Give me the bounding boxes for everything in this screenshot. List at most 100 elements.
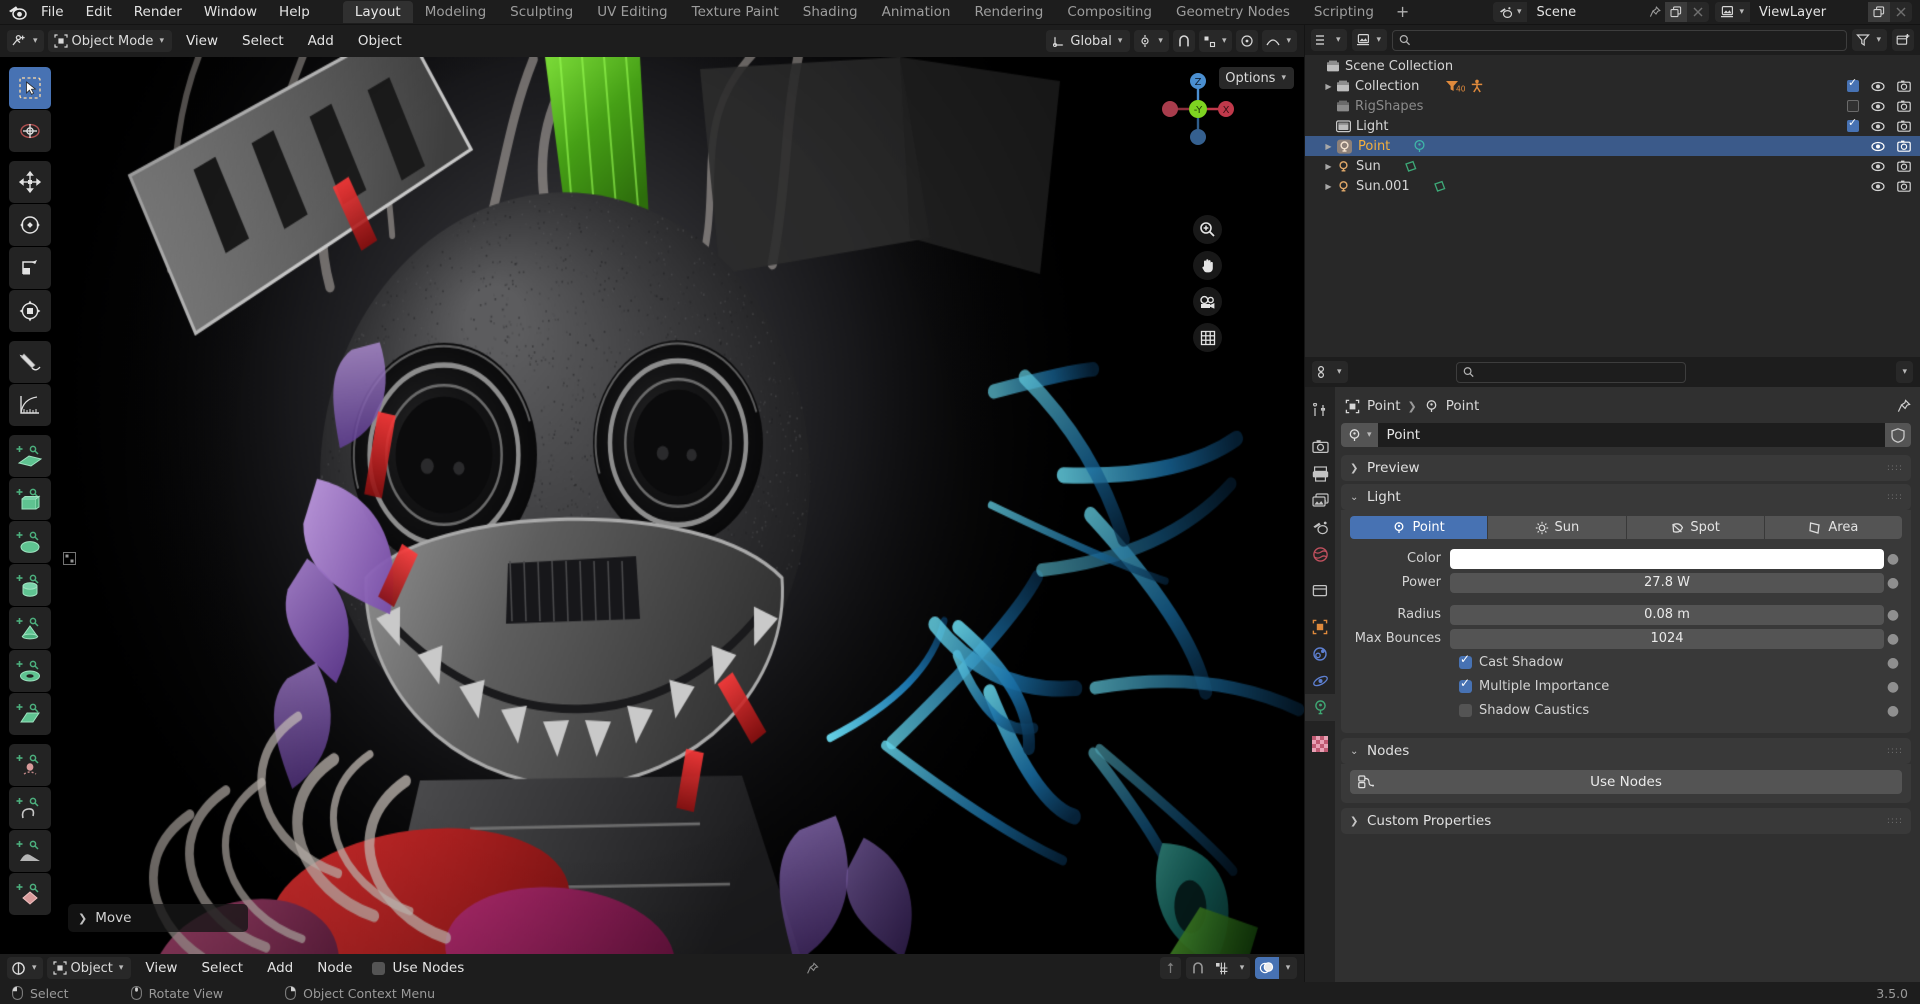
animate-property-icon[interactable]: ●	[1884, 704, 1902, 718]
add-terrain-tool-icon[interactable]	[9, 830, 51, 872]
expand-arrow[interactable]: ▶	[1321, 82, 1336, 91]
node-editor-type-selector[interactable]: ▾	[7, 957, 43, 979]
properties-options-dropdown[interactable]: ▾	[1896, 361, 1913, 383]
light-color-swatch[interactable]	[1450, 548, 1884, 569]
light-max-bounces-value[interactable]: 1024	[1450, 628, 1884, 649]
disable-in-renders-icon[interactable]	[1897, 180, 1911, 192]
light-type-sun-button[interactable]: Sun	[1488, 516, 1626, 539]
panel-nodes[interactable]: ⌄ Nodes ::::	[1341, 738, 1911, 764]
collection-exclude-checkbox[interactable]	[1847, 116, 1859, 132]
tab-compositing[interactable]: Compositing	[1055, 1, 1164, 23]
transform-orientation-selector[interactable]: Global ▾	[1046, 30, 1131, 52]
add-torus-tool-icon[interactable]	[9, 650, 51, 692]
view-layer-icon[interactable]: ▾	[1715, 2, 1750, 22]
properties-tab-modifiers[interactable]	[1305, 640, 1335, 667]
new-view-layer-button[interactable]	[1868, 2, 1890, 22]
properties-tab-world[interactable]	[1305, 541, 1335, 568]
properties-search-field[interactable]	[1455, 361, 1686, 383]
new-scene-button[interactable]	[1665, 2, 1688, 22]
blender-logo-icon[interactable]	[4, 1, 30, 23]
animate-property-icon[interactable]: ●	[1884, 656, 1902, 670]
pan-view-icon[interactable]	[1193, 251, 1222, 280]
add-sphere-tool-icon[interactable]	[9, 521, 51, 563]
disable-in-renders-icon[interactable]	[1897, 160, 1911, 172]
animate-property-icon[interactable]: ●	[1884, 576, 1902, 590]
node-overlays-toggle-icon[interactable]	[1254, 957, 1279, 979]
navigation-gizmo[interactable]: Z X -Y	[1154, 65, 1242, 153]
outliner-new-collection-button[interactable]	[1892, 29, 1914, 51]
outliner-search-input[interactable]	[1415, 32, 1841, 48]
add-plane-tool-icon[interactable]	[9, 435, 51, 477]
properties-tab-collection[interactable]	[1305, 577, 1335, 604]
tab-modeling[interactable]: Modeling	[413, 1, 498, 23]
hide-in-viewport-icon[interactable]	[1871, 121, 1885, 132]
properties-tab-object-data[interactable]	[1305, 694, 1335, 721]
outliner-row-sun-001[interactable]: ▶ Sun.001	[1305, 176, 1920, 196]
pin-scene-icon[interactable]	[1645, 2, 1666, 22]
light-radius-value[interactable]: 0.08 m	[1450, 604, 1884, 625]
expand-arrow[interactable]: ▶	[1321, 142, 1336, 151]
collection-exclude-checkbox[interactable]	[1847, 100, 1859, 112]
properties-tab-render[interactable]	[1305, 433, 1335, 460]
expand-arrow[interactable]: ▶	[1321, 162, 1336, 171]
use-nodes-button[interactable]: Use Nodes	[1350, 770, 1902, 794]
light-type-point-button[interactable]: Point	[1350, 516, 1488, 539]
properties-tab-view-layer[interactable]	[1305, 487, 1335, 514]
tab-texture-paint[interactable]: Texture Paint	[680, 1, 791, 23]
collection-exclude-checkbox[interactable]	[1847, 76, 1859, 92]
add-cone-tool-icon[interactable]	[9, 607, 51, 649]
outliner-row-point[interactable]: ▶ Point	[1305, 136, 1920, 156]
outliner-filter-button[interactable]: ▾	[1852, 29, 1887, 51]
expand-arrow[interactable]: ▶	[1321, 182, 1336, 191]
outliner-search-field[interactable]	[1392, 29, 1848, 51]
panel-custom-properties[interactable]: ❯ Custom Properties ::::	[1341, 808, 1911, 834]
outliner-row-sun[interactable]: ▶ Sun	[1305, 156, 1920, 176]
snap-pivot-selector[interactable]: ▾	[1134, 30, 1169, 52]
snap-options-selector[interactable]: ▾	[1198, 30, 1233, 52]
tab-shading[interactable]: Shading	[791, 1, 870, 23]
viewport-menu-view[interactable]: View	[176, 31, 228, 51]
viewport-menu-select[interactable]: Select	[232, 31, 294, 51]
proportional-editing-toggle[interactable]	[1236, 30, 1259, 52]
outliner-tree[interactable]: Scene Collection ▶ Collection 40 ✓ RigSh…	[1305, 55, 1920, 357]
add-curve-tool-icon[interactable]	[9, 787, 51, 829]
view-layer-selector[interactable]: ▾ ViewLayer	[1715, 2, 1912, 22]
node-menu-node[interactable]: Node	[307, 958, 362, 978]
add-grid-tool-icon[interactable]	[9, 693, 51, 735]
properties-search-input[interactable]	[1478, 364, 1679, 380]
light-type-spot-button[interactable]: Spot	[1626, 516, 1764, 539]
menu-file[interactable]: File	[30, 1, 75, 23]
node-snap-options-icon[interactable]	[1210, 957, 1234, 979]
multiple-importance-checkbox[interactable]	[1459, 676, 1472, 693]
viewport-menu-add[interactable]: Add	[298, 31, 344, 51]
scene-selector[interactable]: ▾ Scene	[1492, 2, 1710, 22]
interaction-mode-selector[interactable]: Object Mode ▾	[47, 30, 172, 52]
disable-in-renders-icon[interactable]	[1897, 80, 1911, 92]
shader-type-selector[interactable]: Object ▾	[46, 957, 132, 979]
node-overlay-options-icon[interactable]: ▾	[1279, 957, 1297, 979]
outliner-row-collection[interactable]: ▶ Collection 40	[1305, 76, 1920, 96]
tab-geometry-nodes[interactable]: Geometry Nodes	[1164, 1, 1302, 23]
pin-id-icon[interactable]	[1897, 399, 1911, 413]
animate-property-icon[interactable]: ●	[1884, 680, 1902, 694]
properties-tab-scene[interactable]	[1305, 514, 1335, 541]
toggle-orthographic-icon[interactable]	[1193, 323, 1222, 352]
remove-view-layer-button[interactable]	[1890, 2, 1912, 22]
hide-in-viewport-icon[interactable]	[1871, 101, 1885, 112]
cast-shadow-checkbox[interactable]	[1459, 652, 1472, 669]
node-menu-add[interactable]: Add	[257, 958, 303, 978]
operator-redo-panel[interactable]: ❯ Move	[68, 904, 248, 932]
add-decal-tool-icon[interactable]	[9, 873, 51, 915]
editor-type-selector[interactable]: ▾	[7, 30, 44, 52]
snap-magnet-toggle[interactable]	[1172, 30, 1195, 52]
panel-light[interactable]: ⌄ Light ::::	[1341, 484, 1911, 510]
zoom-view-icon[interactable]	[1193, 215, 1222, 244]
transform-tool-icon[interactable]	[9, 290, 51, 332]
breadcrumb-data[interactable]: Point	[1446, 398, 1480, 414]
light-type-area-button[interactable]: Area	[1764, 516, 1902, 539]
outliner-row-scene-collection[interactable]: Scene Collection	[1305, 56, 1920, 76]
properties-tab-texture[interactable]	[1305, 730, 1335, 757]
camera-view-icon[interactable]	[1193, 287, 1222, 316]
add-cube-tool-icon[interactable]	[9, 478, 51, 520]
3d-viewport-render[interactable]	[0, 57, 1304, 954]
